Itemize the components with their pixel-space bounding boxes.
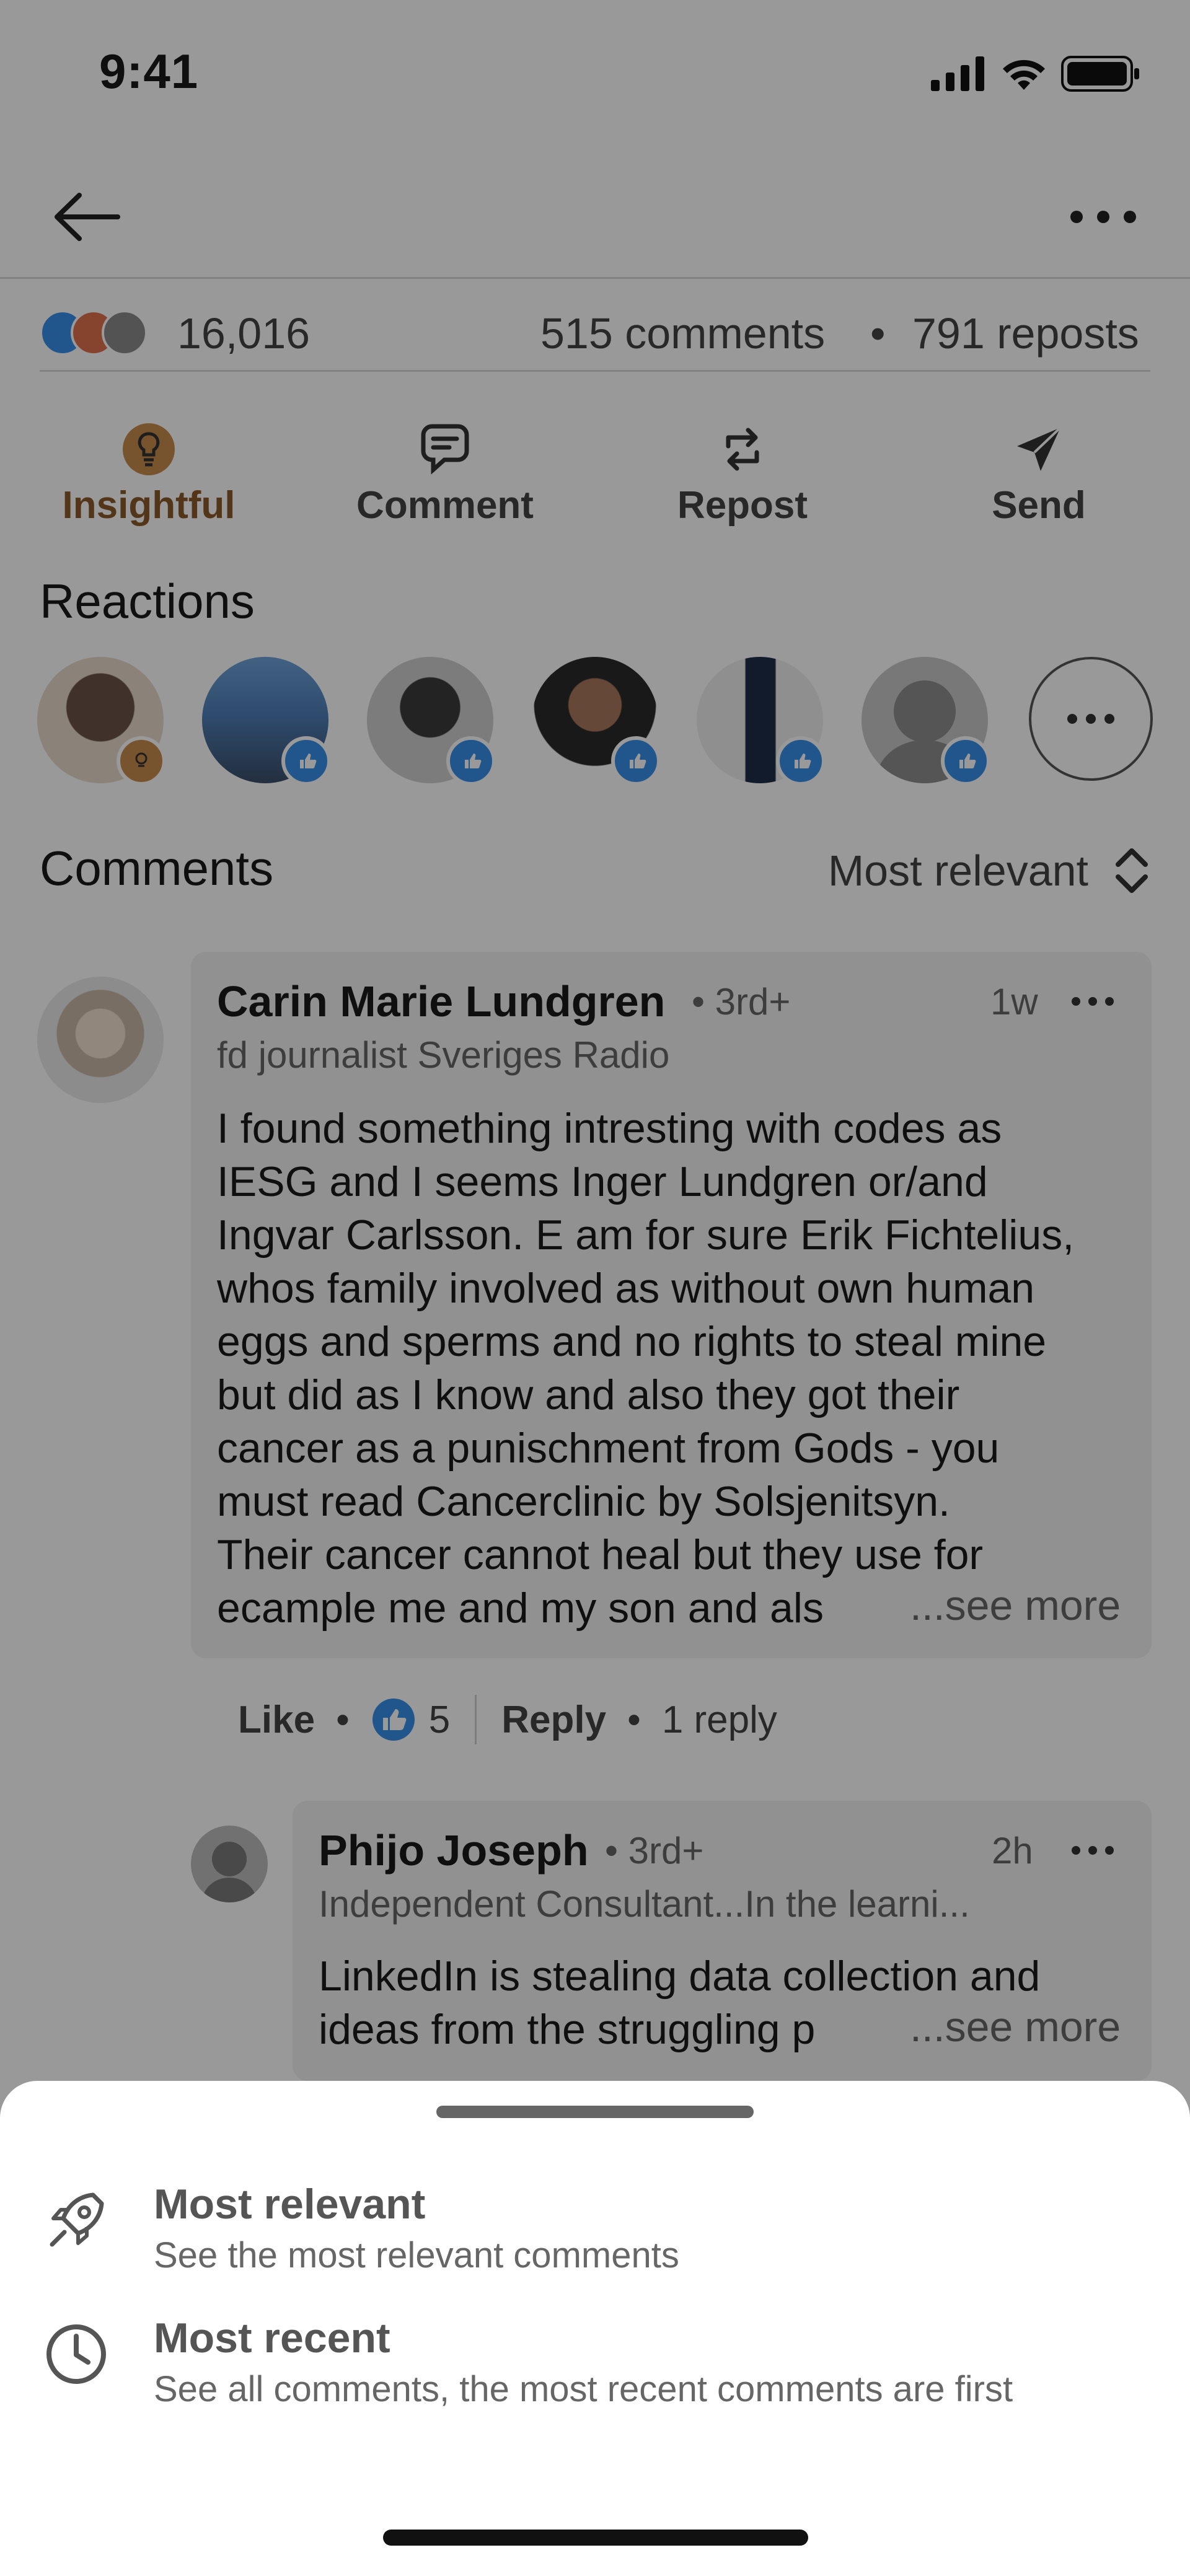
- clock-icon: [46, 2324, 106, 2384]
- sort-option-most-relevant[interactable]: Most relevant See the most relevant comm…: [0, 2161, 1190, 2292]
- rocket-icon: [50, 2192, 104, 2247]
- sort-bottom-sheet: Most relevant See the most relevant comm…: [0, 2081, 1190, 2576]
- sort-option-description: See all comments, the most recent commen…: [154, 2369, 1013, 2409]
- sort-option-most-recent[interactable]: Most recent See all comments, the most r…: [0, 2295, 1190, 2425]
- sort-option-description: See the most relevant comments: [154, 2235, 679, 2275]
- sheet-drag-handle[interactable]: [436, 2106, 754, 2118]
- post-detail-screen: 9:41 16,016 515 comments • 791 reposts I…: [0, 0, 1190, 2576]
- sort-option-title: Most recent: [154, 2314, 390, 2362]
- home-indicator[interactable]: [383, 2530, 808, 2546]
- sort-option-title: Most relevant: [154, 2181, 426, 2228]
